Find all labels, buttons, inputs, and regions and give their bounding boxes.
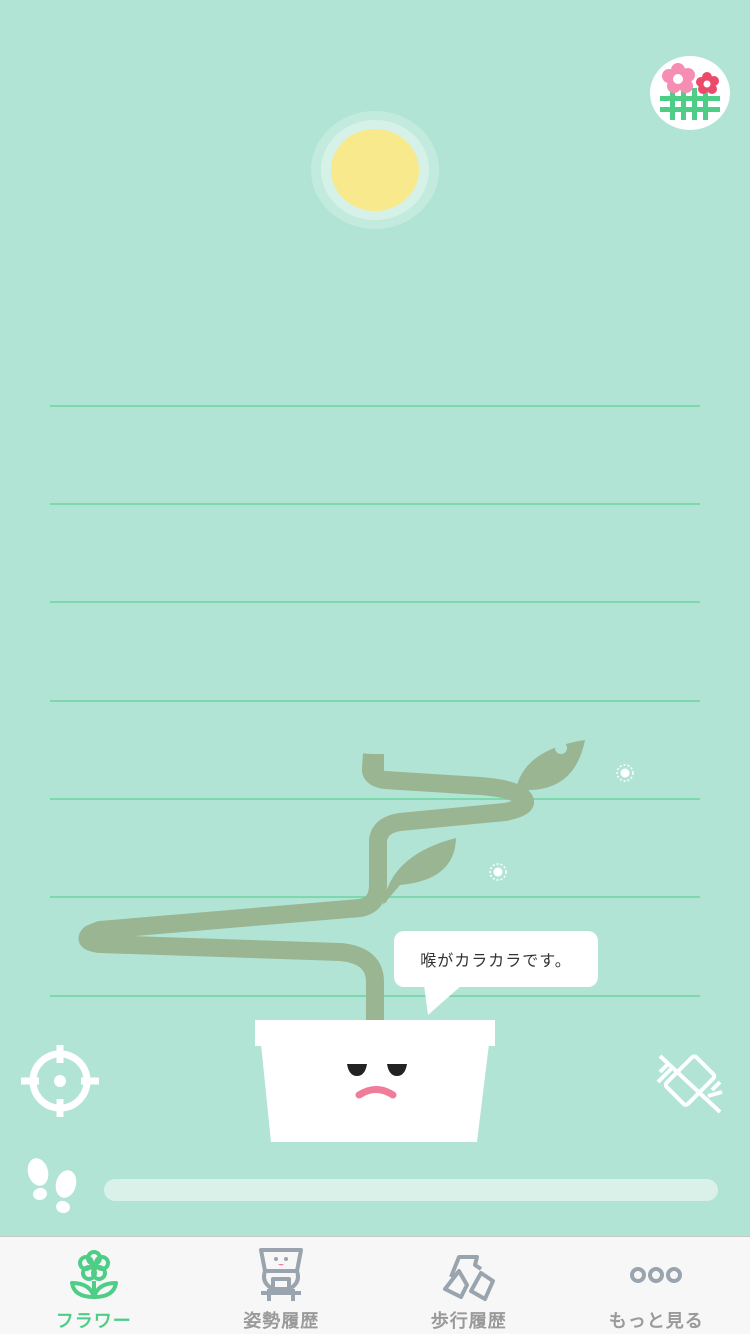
tab-label: フラワー [55, 1311, 132, 1332]
garden-button[interactable] [650, 56, 730, 130]
speech-bubble-tail [424, 985, 462, 1015]
steps-indicator [22, 1156, 84, 1216]
crosshair-icon [21, 1045, 99, 1117]
sparkle-icon [616, 764, 634, 782]
tab-label: 姿勢履歴 [243, 1311, 320, 1332]
plant-stem [78, 740, 585, 1022]
steps-progress-bar [104, 1179, 718, 1201]
tab-more[interactable]: もっと見る [563, 1237, 750, 1334]
tab-posture-history[interactable]: 姿勢履歴 [188, 1237, 376, 1334]
flower-screen: 喉がカラカラです。 [0, 0, 750, 1236]
rule-line [50, 405, 700, 407]
walking-icon [442, 1255, 495, 1301]
tab-flower[interactable]: フラワー [0, 1237, 188, 1334]
posture-icon [259, 1248, 304, 1301]
flower-icon [69, 1250, 118, 1299]
tab-walking-history[interactable]: 歩行履歴 [375, 1237, 563, 1334]
more-icon [630, 1267, 683, 1283]
speech-bubble-text: 喉がカラカラです。 [420, 951, 572, 970]
vibration-toggle-button[interactable] [654, 1050, 726, 1114]
vibration-off-icon [656, 1054, 723, 1114]
rule-line [50, 503, 700, 505]
rule-line [50, 601, 700, 603]
tab-label: 歩行履歴 [430, 1311, 507, 1332]
sun-icon [311, 111, 439, 229]
speech-bubble: 喉がカラカラです。 [394, 931, 598, 987]
locate-button[interactable] [20, 1044, 100, 1118]
rule-line [50, 700, 700, 702]
flower-pot[interactable] [255, 1020, 495, 1144]
sparkle-icon [489, 863, 507, 881]
footprints-icon [27, 1158, 77, 1214]
flower-garden-icon [660, 63, 720, 120]
tab-bar: フラワー 姿勢履歴 歩行履歴 もっと見る [0, 1236, 750, 1334]
tab-label: もっと見る [608, 1311, 704, 1332]
